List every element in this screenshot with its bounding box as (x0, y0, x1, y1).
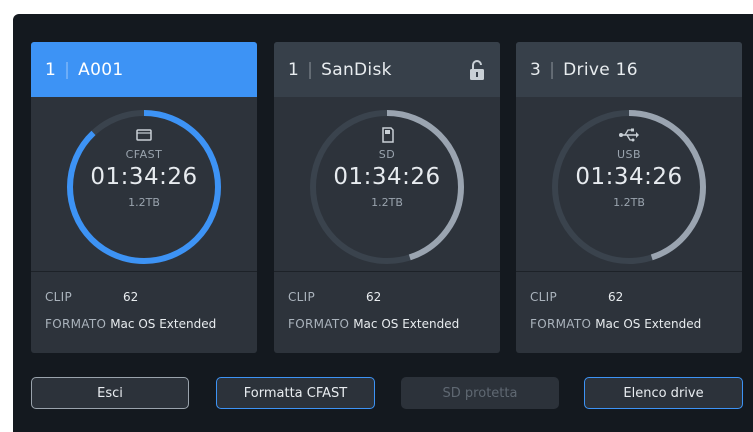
media-card-slot-3[interactable]: 3 | Drive 16 USB 01:34:26 1.2TB CLIP 62 … (516, 42, 742, 353)
cfast-card-icon (136, 129, 152, 141)
slot-number: 1 (45, 59, 57, 80)
card-info: CLIP 62 FORMATO Mac OS Extended (31, 272, 257, 337)
format-label: FORMATO (530, 316, 592, 331)
clip-label: CLIP (530, 289, 558, 304)
format-value: Mac OS Extended (353, 316, 460, 331)
clip-count: 62 (608, 289, 624, 304)
card-name: Drive 16 (563, 59, 638, 80)
clip-label: CLIP (45, 289, 73, 304)
sd-protected-button[interactable]: SD protetta (401, 377, 559, 409)
remaining-time-gauge: SD 01:34:26 1.2TB (274, 97, 500, 271)
card-header: 1 | A001 (31, 42, 257, 97)
media-card-slot-2[interactable]: 1 | SanDisk SD 01:34:26 1.2TB CLIP 62 FO… (274, 42, 500, 353)
card-header: 1 | SanDisk (274, 42, 500, 97)
clip-count: 62 (366, 289, 382, 304)
slot-number: 3 (530, 59, 542, 80)
media-type-label: SD (378, 148, 396, 161)
format-label: FORMATO (288, 316, 350, 331)
usb-icon (619, 128, 639, 142)
remaining-time-gauge: USB 01:34:26 1.2TB (516, 97, 742, 271)
unlocked-padlock-icon (470, 60, 484, 80)
capacity-label: 1.2TB (613, 196, 645, 209)
exit-button[interactable]: Esci (31, 377, 189, 409)
format-value: Mac OS Extended (110, 316, 217, 331)
clip-count: 62 (123, 289, 139, 304)
card-name: SanDisk (321, 59, 392, 80)
format-label: FORMATO (45, 316, 107, 331)
storage-manager-screen: 1 | A001 CFAST 01:34:26 1.2TB CLIP 62 FO… (13, 14, 753, 432)
media-type-label: USB (616, 148, 642, 161)
slot-number: 1 (288, 59, 300, 80)
drive-list-button[interactable]: Elenco drive (584, 377, 743, 409)
remaining-time-gauge: CFAST 01:34:26 1.2TB (31, 97, 257, 271)
media-type-label: CFAST (125, 148, 163, 161)
remaining-timecode: 01:34:26 (90, 164, 198, 190)
capacity-label: 1.2TB (128, 196, 160, 209)
separator: | (64, 59, 71, 80)
remaining-timecode: 01:34:26 (575, 164, 683, 190)
capacity-label: 1.2TB (371, 196, 403, 209)
card-info: CLIP 62 FORMATO Mac OS Extended (274, 272, 500, 337)
card-name: A001 (78, 59, 124, 80)
sd-card-icon (382, 127, 394, 143)
clip-label: CLIP (288, 289, 316, 304)
format-cfast-button[interactable]: Formatta CFAST (216, 377, 375, 409)
remaining-timecode: 01:34:26 (333, 164, 441, 190)
separator: | (549, 59, 556, 80)
separator: | (307, 59, 314, 80)
card-header: 3 | Drive 16 (516, 42, 742, 97)
format-value: Mac OS Extended (595, 316, 702, 331)
media-card-slot-1[interactable]: 1 | A001 CFAST 01:34:26 1.2TB CLIP 62 FO… (31, 42, 257, 353)
card-info: CLIP 62 FORMATO Mac OS Extended (516, 272, 742, 337)
